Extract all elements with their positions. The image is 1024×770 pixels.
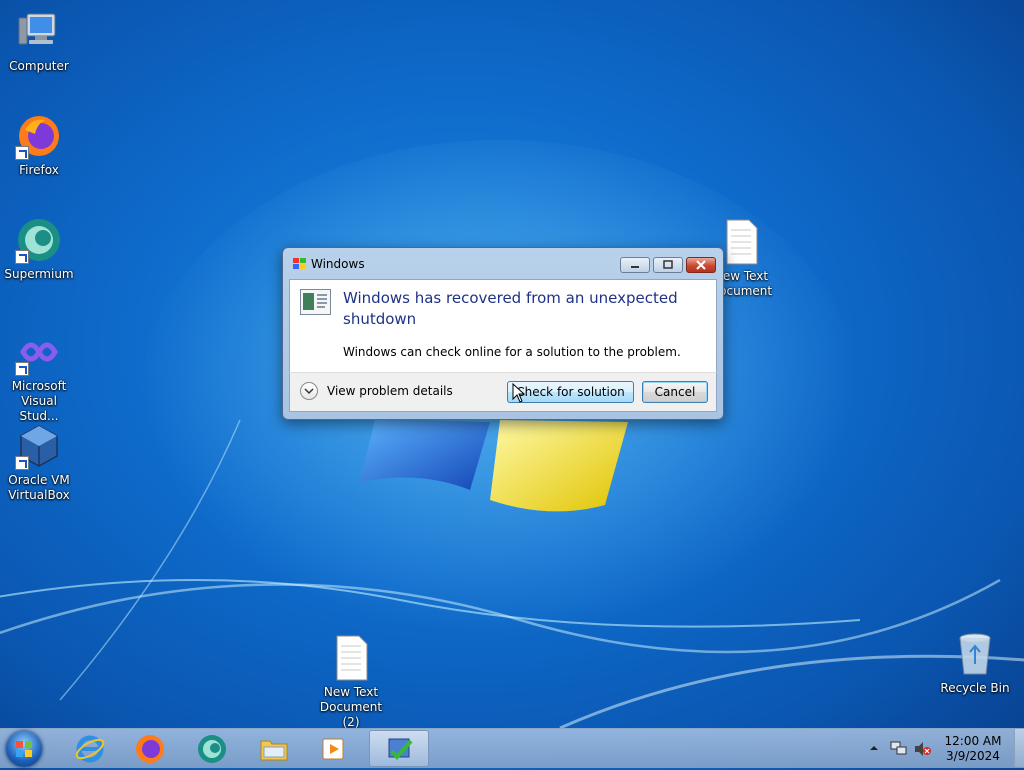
windows-logo-icon	[16, 741, 32, 757]
action-center-icon	[388, 738, 413, 760]
dialog-content: Windows has recovered from an unexpected…	[289, 279, 717, 373]
desktop-icon-virtualbox[interactable]: Oracle VM VirtualBox	[1, 422, 77, 503]
taskbar-firefox[interactable]	[122, 730, 178, 767]
cancel-button[interactable]: Cancel	[642, 381, 708, 403]
desktop-icon-label: Oracle VM VirtualBox	[8, 473, 70, 502]
desktop-icon-new-text-document-2[interactable]: New Text Document (2)	[313, 634, 389, 730]
firefox-icon	[15, 112, 63, 160]
internet-explorer-icon	[75, 735, 105, 762]
clock-time: 12:00 AM	[944, 734, 1002, 748]
dialog-footer: View problem details Check for solution …	[289, 372, 717, 412]
dialog-heading: Windows has recovered from an unexpected…	[343, 289, 678, 328]
mouse-cursor-icon	[512, 383, 526, 403]
volume-muted-icon[interactable]	[914, 741, 932, 757]
shortcut-arrow-icon	[15, 146, 29, 160]
windows-flag-icon	[292, 257, 307, 271]
view-details-label: View problem details	[327, 384, 453, 398]
desktop-icon-label: Supermium	[4, 267, 74, 281]
desktop-icon-computer[interactable]: Computer	[1, 8, 77, 74]
supermium-icon	[198, 734, 226, 763]
shortcut-arrow-icon	[15, 362, 29, 376]
maximize-button[interactable]	[653, 257, 683, 273]
taskbar: 12:00 AM 3/9/2024	[0, 728, 1024, 768]
virtualbox-icon	[15, 422, 63, 470]
desktop-icon-firefox[interactable]: Firefox	[1, 112, 77, 178]
recovery-dialog: Windows Windows has recovered from an un…	[282, 247, 724, 420]
visual-studio-icon	[15, 328, 63, 376]
chevron-down-icon	[300, 382, 318, 400]
dialog-message: Windows can check online for a solution …	[343, 345, 681, 359]
desktop-icon-visual-studio[interactable]: Microsoft Visual Stud...	[1, 328, 77, 424]
supermium-icon	[15, 216, 63, 264]
text-document-icon	[327, 634, 375, 682]
check-for-solution-button[interactable]: Check for solution	[507, 381, 634, 403]
system-clock[interactable]: 12:00 AM 3/9/2024	[938, 734, 1008, 764]
show-desktop-button[interactable]	[1014, 729, 1024, 767]
maximize-icon	[663, 260, 673, 269]
shortcut-arrow-icon	[15, 250, 29, 264]
desktop-icon-label: Computer	[9, 59, 69, 73]
taskbar-file-explorer[interactable]	[246, 730, 302, 767]
desktop-icon-label: New Text Document (2)	[319, 685, 383, 729]
firefox-icon	[136, 734, 164, 763]
desktop-icon-label: Recycle Bin	[940, 681, 1010, 695]
desktop-icon-label: Firefox	[19, 163, 59, 177]
text-document-icon	[717, 218, 765, 266]
close-button[interactable]	[686, 257, 716, 273]
desktop-icon-label: Microsoft Visual Stud...	[11, 379, 67, 423]
minimize-icon	[631, 266, 639, 268]
view-details-toggle[interactable]: View problem details	[300, 381, 453, 401]
file-explorer-icon	[260, 740, 288, 760]
taskbar-media-player[interactable]	[306, 730, 362, 767]
clock-date: 3/9/2024	[946, 749, 1000, 763]
computer-icon	[15, 8, 63, 56]
shortcut-arrow-icon	[15, 456, 29, 470]
media-player-icon	[322, 738, 344, 759]
close-icon	[696, 260, 706, 270]
desktop-icon-supermium[interactable]: Supermium	[1, 216, 77, 282]
taskbar-action-center[interactable]	[369, 730, 429, 767]
network-icon[interactable]	[890, 741, 908, 757]
window-list-icon	[300, 289, 331, 315]
taskbar-internet-explorer[interactable]	[62, 730, 118, 767]
dialog-title: Windows	[311, 257, 365, 271]
taskbar-supermium[interactable]	[184, 730, 240, 767]
chevron-up-icon[interactable]	[869, 744, 879, 752]
minimize-button[interactable]	[620, 257, 650, 273]
recycle-bin-icon	[951, 630, 999, 678]
desktop-icon-recycle-bin[interactable]: Recycle Bin	[937, 630, 1013, 696]
start-button[interactable]	[6, 731, 42, 767]
